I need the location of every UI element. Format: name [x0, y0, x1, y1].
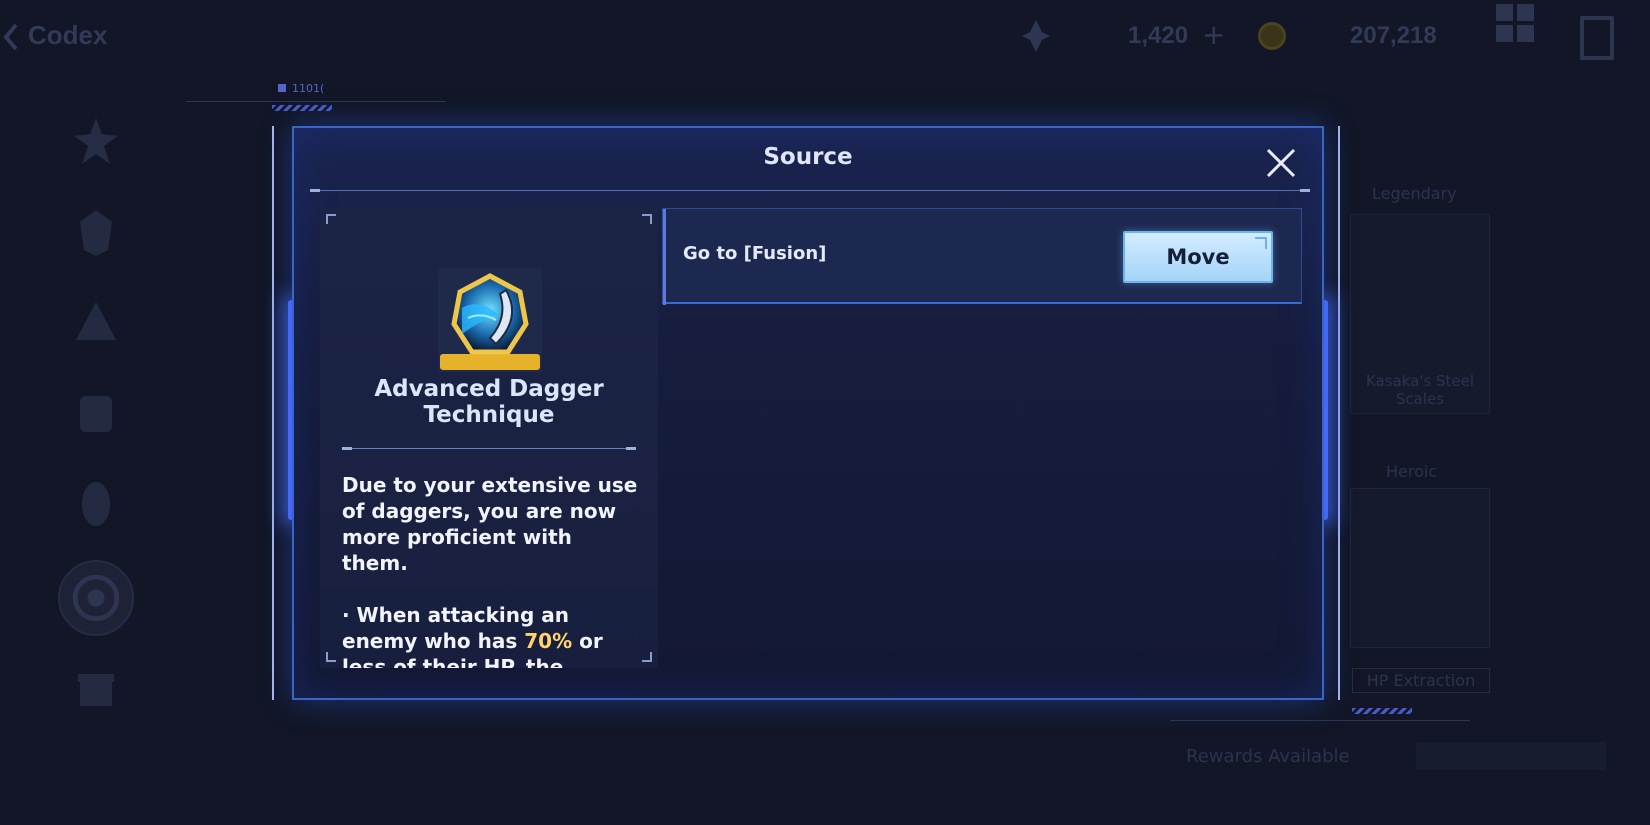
item-icon-frame — [438, 268, 542, 372]
item-description: Due to your extensive use of daggers, yo… — [342, 472, 642, 668]
add-energy-button[interactable]: + — [1202, 18, 1225, 51]
close-button[interactable] — [1264, 146, 1298, 180]
item-detail-card: Advanced Dagger Technique Due to your ex… — [320, 208, 658, 668]
energy-value: 1,420 — [1128, 22, 1189, 49]
menu-grid-icon[interactable] — [1496, 4, 1536, 58]
card-divider — [342, 447, 636, 450]
background-item-name: Kasaka's Steel Scales — [1365, 372, 1475, 408]
source-row-fusion: Go to [Fusion] Move — [662, 208, 1302, 305]
top-bar: Codex 1,420 + 207,218 — [0, 0, 1650, 80]
card-corner — [642, 652, 652, 662]
dagger-skill-icon — [440, 273, 540, 370]
rewards-button[interactable] — [1416, 742, 1606, 770]
nav-item-helmet[interactable] — [68, 204, 124, 260]
energy-icon — [1022, 20, 1050, 52]
source-label: Go to [Fusion] — [683, 243, 827, 264]
deco-square — [278, 84, 286, 92]
source-dialog: Source Advanced Dagger Technique Due to … — [292, 126, 1324, 700]
close-icon — [1266, 148, 1296, 178]
heroic-label: Heroic — [1386, 462, 1438, 481]
card-corner — [326, 214, 336, 224]
left-nav — [40, 100, 160, 760]
hp-extraction-label: HP Extraction — [1352, 668, 1490, 693]
bottom-bar: Rewards Available — [180, 738, 1606, 774]
rewards-available-label: Rewards Available — [1186, 746, 1350, 767]
page-title: Codex — [28, 20, 108, 50]
card-corner — [642, 214, 652, 224]
description-paragraph: Due to your extensive use of daggers, yo… — [342, 473, 638, 575]
exit-icon[interactable] — [1580, 16, 1614, 60]
coin-icon — [1258, 22, 1286, 50]
legendary-label: Legendary — [1372, 184, 1457, 203]
highlight-percent: 70% — [524, 629, 573, 653]
deco-tag: 1101( — [292, 82, 325, 95]
nav-item-armor[interactable] — [68, 386, 124, 442]
nav-item-leaf[interactable] — [68, 476, 124, 532]
dialog-title: Source — [763, 144, 853, 170]
modal-frame-left — [272, 126, 284, 700]
modal-frame-right — [1328, 126, 1340, 700]
deco-line — [1170, 720, 1470, 721]
nav-item-crystal[interactable] — [68, 296, 124, 352]
deco-line — [186, 101, 446, 102]
back-arrow-icon[interactable] — [2, 22, 20, 52]
deco-stripes — [272, 105, 332, 111]
item-name: Advanced Dagger Technique — [374, 376, 604, 428]
header-divider — [310, 189, 1310, 192]
deco-stripes — [1352, 708, 1412, 714]
background-item-card-2[interactable] — [1350, 488, 1490, 648]
nav-item-gift[interactable] — [68, 660, 124, 716]
move-button[interactable]: Move — [1123, 231, 1273, 283]
nav-item-skills[interactable] — [58, 560, 134, 636]
card-corner — [326, 652, 336, 662]
coin-value: 207,218 — [1350, 22, 1437, 49]
nav-item-emblem[interactable] — [68, 114, 124, 170]
description-bullet: · When attacking an enemy who has 70% or… — [342, 602, 642, 668]
